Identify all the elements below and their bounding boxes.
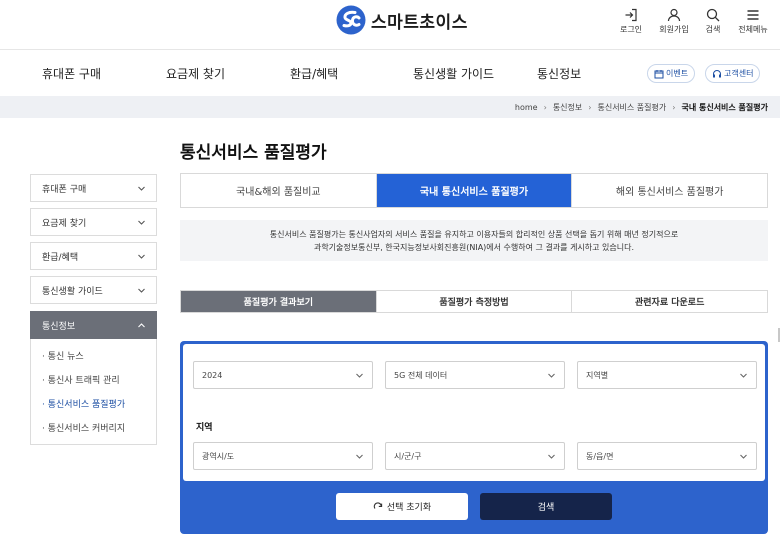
sidebar-item-plan-search[interactable]: 요금제 찾기 xyxy=(30,208,157,236)
year-select[interactable]: 2024 xyxy=(193,361,373,389)
sido-select[interactable]: 광역시/도 xyxy=(193,442,373,470)
nav-life-guide[interactable]: 통신생활 가이드 xyxy=(413,65,494,82)
chevron-down-icon xyxy=(356,373,363,378)
subtab-downloads[interactable]: 관련자료 다운로드 xyxy=(572,291,767,312)
login-icon xyxy=(625,8,637,22)
subtab-results[interactable]: 품질평가 결과보기 xyxy=(181,291,377,312)
quality-tabs: 국내&해외 품질비교 국내 통신서비스 품질평가 해외 통신서비스 품질평가 xyxy=(180,173,768,208)
breadcrumb-home[interactable]: home xyxy=(515,103,538,112)
breadcrumb-level1[interactable]: 통신정보 xyxy=(553,102,582,113)
breadcrumb-current: 국내 통신서비스 품질평가 xyxy=(681,103,768,112)
reset-button[interactable]: 선택 초기화 xyxy=(336,493,468,520)
search-icon xyxy=(706,8,720,22)
event-button[interactable]: 이벤트 xyxy=(647,64,696,83)
sc-logo-icon xyxy=(336,5,366,35)
customer-center-button[interactable]: 고객센터 xyxy=(705,64,761,83)
chevron-down-icon xyxy=(740,373,747,378)
sigungu-select[interactable]: 시/군/구 xyxy=(385,442,565,470)
breadcrumb-level2[interactable]: 통신서비스 품질평가 xyxy=(597,102,666,113)
sidebar-sub-quality[interactable]: · 통신서비스 품질평가 xyxy=(42,397,125,410)
signup-link[interactable]: 회원가입 xyxy=(654,8,694,35)
intro-line-1: 통신서비스 품질평가는 통신사업자의 서비스 품질을 유지하고 이용자들의 합리… xyxy=(269,229,679,239)
service-select[interactable]: 5G 전체 데이터 xyxy=(385,361,565,389)
sidebar-submenu: · 통신 뉴스 · 통신사 트래픽 관리 · 통신서비스 품질평가 · 통신서비… xyxy=(30,339,157,445)
dong-select[interactable]: 동/읍/면 xyxy=(577,442,757,470)
chevron-down-icon xyxy=(356,454,363,459)
calendar-icon xyxy=(654,69,664,78)
nav-phone-purchase[interactable]: 휴대폰 구매 xyxy=(42,65,101,82)
sidebar-item-refund-benefit[interactable]: 환급/혜택 xyxy=(30,242,157,270)
search-panel: 2024 5G 전체 데이터 지역별 지역 광역시/도 시/군/구 동/읍/면 … xyxy=(180,341,768,534)
nav-telecom-info[interactable]: 통신정보 xyxy=(537,65,581,82)
site-logo[interactable]: 스마트초이스 xyxy=(336,5,468,35)
sidebar-item-phone-purchase[interactable]: 휴대폰 구매 xyxy=(30,174,157,202)
chevron-right-icon: › xyxy=(672,103,676,112)
search-link[interactable]: 검색 xyxy=(693,8,733,35)
tab-domestic-overseas-compare[interactable]: 국내&해외 품질비교 xyxy=(181,174,377,207)
user-icon xyxy=(667,8,681,22)
sub-tabs: 품질평가 결과보기 품질평가 측정방법 관련자료 다운로드 xyxy=(180,290,768,313)
breadcrumb: home › 통신정보 › 통신서비스 품질평가 › 국내 통신서비스 품질평가 xyxy=(515,102,768,113)
sidebar-item-life-guide[interactable]: 통신생활 가이드 xyxy=(30,276,157,304)
tab-overseas-quality[interactable]: 해외 통신서비스 품질평가 xyxy=(572,174,767,207)
page-title: 통신서비스 품질평가 xyxy=(180,143,327,163)
nav-refund-benefit[interactable]: 환급/혜택 xyxy=(290,65,338,82)
all-menu-button[interactable]: 전체메뉴 xyxy=(733,8,773,35)
chevron-down-icon xyxy=(138,220,145,225)
main-nav: 휴대폰 구매 요금제 찾기 환급/혜택 통신생활 가이드 통신정보 이벤트 고객… xyxy=(0,50,780,96)
chevron-down-icon xyxy=(138,288,145,293)
chevron-down-icon xyxy=(138,254,145,259)
search-button[interactable]: 검색 xyxy=(480,493,612,520)
sidebar-sub-traffic[interactable]: · 통신사 트래픽 관리 xyxy=(42,373,120,386)
sidebar-sub-coverage[interactable]: · 통신서비스 커버리지 xyxy=(42,421,125,434)
tab-domestic-quality[interactable]: 국내 통신서비스 품질평가 xyxy=(376,174,573,207)
site-header: 스마트초이스 로그인 회원가입 검색 전체메뉴 xyxy=(0,0,780,50)
site-name: 스마트초이스 xyxy=(371,12,468,33)
chevron-up-icon xyxy=(138,322,145,327)
sidebar-item-telecom-info[interactable]: 통신정보 xyxy=(30,311,157,339)
headset-icon xyxy=(713,69,721,77)
menu-icon xyxy=(747,10,759,20)
intro-box: 통신서비스 품질평가는 통신사업자의 서비스 품질을 유지하고 이용자들의 합리… xyxy=(180,220,768,261)
region-label: 지역 xyxy=(196,423,213,433)
filter-area: 2024 5G 전체 데이터 지역별 지역 광역시/도 시/군/구 동/읍/면 xyxy=(183,344,765,481)
login-link[interactable]: 로그인 xyxy=(611,8,651,35)
refresh-icon xyxy=(373,501,383,509)
chevron-down-icon xyxy=(548,454,555,459)
scope-select[interactable]: 지역별 xyxy=(577,361,757,389)
intro-line-2: 과학기술정보통신부, 한국지능정보사회진흥원(NIA)에서 수행하여 그 결과를… xyxy=(313,242,635,252)
chevron-down-icon xyxy=(138,186,145,191)
breadcrumb-bar: home › 통신정보 › 통신서비스 품질평가 › 국내 통신서비스 품질평가 xyxy=(0,96,780,118)
chevron-down-icon xyxy=(548,373,555,378)
chevron-right-icon: › xyxy=(543,103,547,112)
subtab-method[interactable]: 품질평가 측정방법 xyxy=(377,291,573,312)
sidebar-sub-news[interactable]: · 통신 뉴스 xyxy=(42,349,84,362)
chevron-down-icon xyxy=(740,454,747,459)
nav-plan-search[interactable]: 요금제 찾기 xyxy=(166,65,225,82)
chevron-right-icon: › xyxy=(588,103,592,112)
